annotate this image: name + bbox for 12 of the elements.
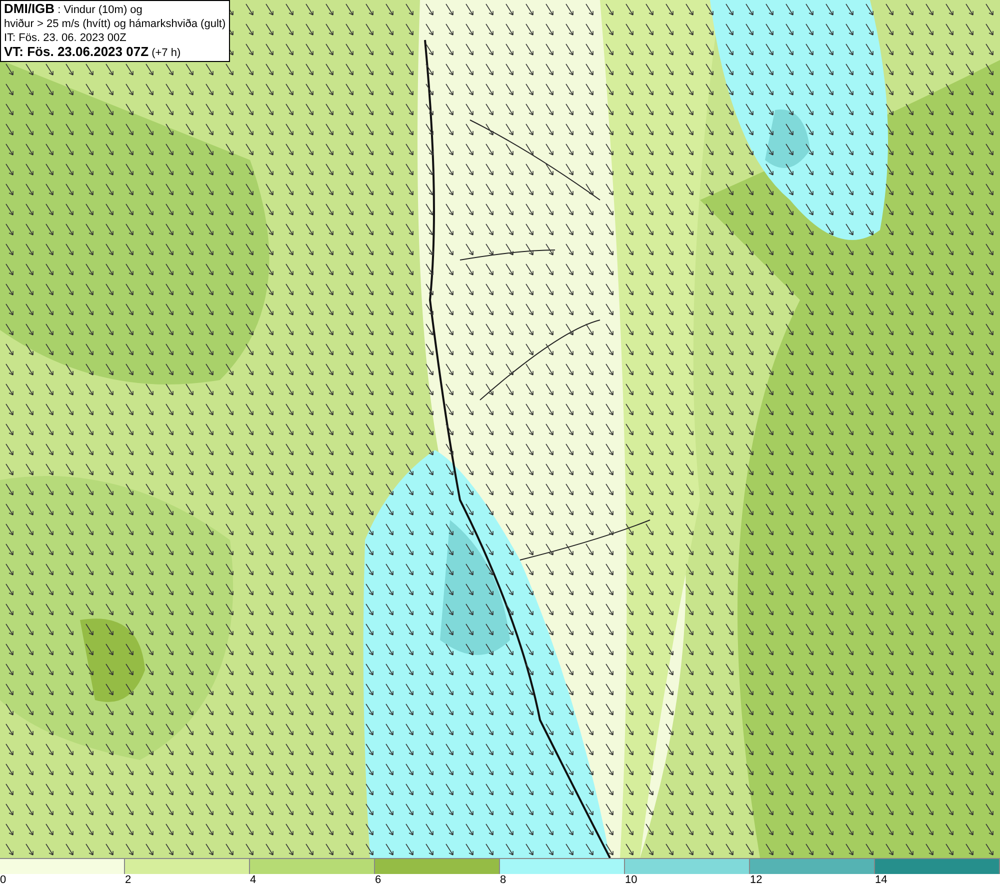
title-line: IT: Fös. 23. 06. 2023 00Z [4, 31, 128, 45]
legend-tick-label: 6 [375, 874, 382, 887]
legend-tick-label: 14 [875, 874, 888, 887]
legend-tick-label: 2 [125, 874, 132, 887]
legend-tick-label: 8 [500, 874, 506, 887]
legend-tick-label: 0 [0, 874, 6, 887]
title-line: VT: Fös. 23.06.2023 07Z (+7 h) [4, 45, 182, 60]
title-line: hviður > 25 m/s (hvítt) og hámarkshviða (gult) [4, 17, 226, 31]
legend-tick-label: 10 [625, 874, 638, 887]
legend-tick-label: 12 [750, 874, 762, 887]
legend-tick-label: 4 [250, 874, 256, 887]
title-line: DMI/IGB : Vindur (10m) og [4, 2, 144, 17]
